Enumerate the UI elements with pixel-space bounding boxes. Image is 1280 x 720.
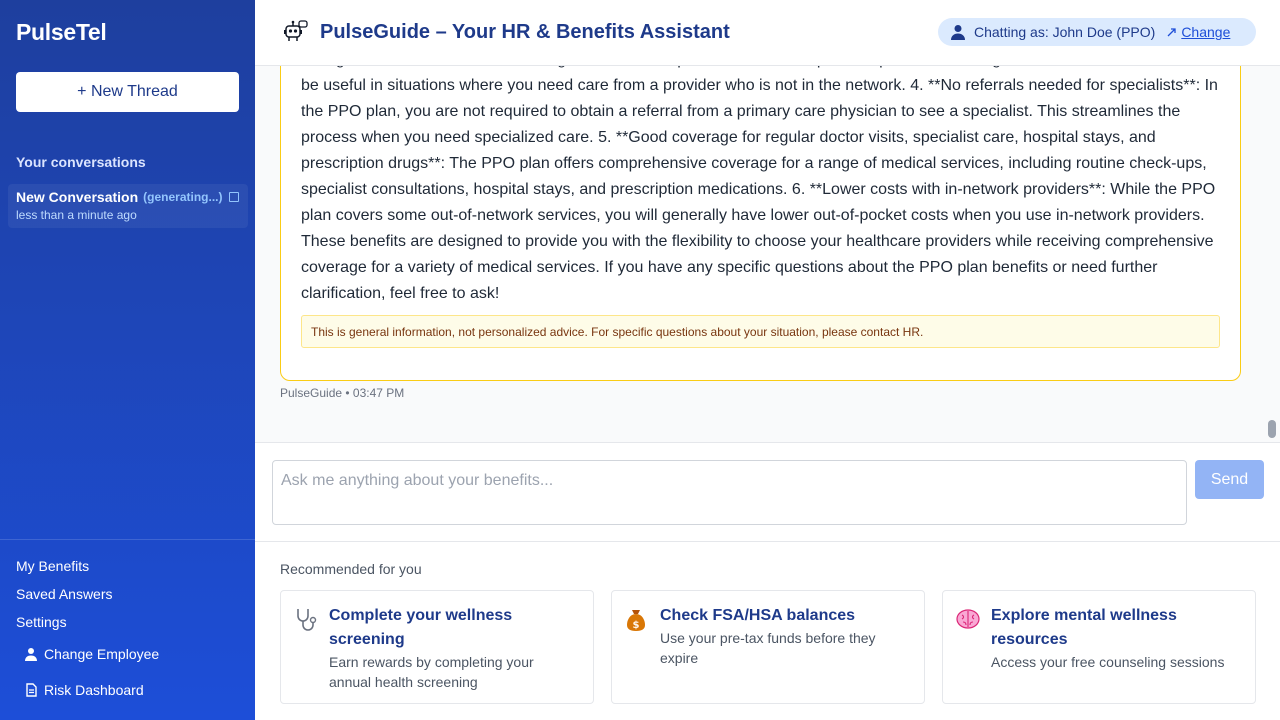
conversation-time: less than a minute ago xyxy=(16,208,137,222)
conversation-status: (generating...) xyxy=(143,190,223,204)
sidebar-item-my-benefits[interactable]: My Benefits xyxy=(16,558,89,574)
svg-text:$: $ xyxy=(633,620,640,631)
send-button[interactable]: Send xyxy=(1195,460,1264,499)
risk-dashboard-label: Risk Dashboard xyxy=(44,682,144,698)
robot-icon xyxy=(284,20,308,41)
scrollbar[interactable] xyxy=(1268,420,1276,438)
rec-card-fsa-hsa[interactable]: $ Check FSA/HSA balances Use your pre-ta… xyxy=(611,590,925,704)
chatting-as-label: Chatting as: John Doe (PPO) xyxy=(974,24,1156,40)
change-user-link[interactable]: Change xyxy=(1181,24,1230,40)
sidebar-item-settings[interactable]: Settings xyxy=(16,614,67,630)
brand-logo: PulseTel xyxy=(16,19,107,45)
rec-title: Complete your wellness screening xyxy=(329,607,513,648)
rec-card-mental-wellness[interactable]: Explore mental wellness resources Access… xyxy=(942,590,1256,704)
rec-description: Use your pre-tax funds before they expir… xyxy=(660,630,876,666)
conversations-heading: Your conversations xyxy=(16,154,146,170)
user-icon xyxy=(951,25,965,40)
app-header: PulseGuide – Your HR & Benefits Assistan… xyxy=(255,0,1280,66)
sidebar-item-saved-answers[interactable]: Saved Answers xyxy=(16,586,113,602)
rec-description: Access your free counseling sessions xyxy=(991,654,1225,670)
arrow-icon xyxy=(1167,28,1176,37)
rec-title: Explore mental wellness resources xyxy=(991,607,1177,648)
sidebar-divider xyxy=(0,539,255,540)
recommendations-heading: Recommended for you xyxy=(280,561,422,577)
composer: Send xyxy=(255,442,1280,542)
sidebar-item-change-employee[interactable]: Change Employee xyxy=(24,646,159,662)
sidebar: PulseTel + New Thread Your conversations… xyxy=(0,0,255,720)
new-thread-button[interactable]: + New Thread xyxy=(16,72,239,112)
rec-card-wellness[interactable]: Complete your wellness screening Earn re… xyxy=(280,590,594,704)
chat-thread[interactable]: be higher costs associated with using ou… xyxy=(255,66,1280,442)
money-bag-icon: $ xyxy=(627,610,645,631)
change-employee-label: Change Employee xyxy=(44,646,160,662)
assistant-message: be higher costs associated with using ou… xyxy=(280,66,1241,381)
page-title: PulseGuide – Your HR & Benefits Assistan… xyxy=(320,21,730,43)
stethoscope-icon xyxy=(297,609,317,631)
brain-icon xyxy=(956,609,980,629)
conversation-title: New Conversation xyxy=(16,189,139,205)
rec-title: Check FSA/HSA balances xyxy=(660,607,856,624)
message-text: be higher costs associated with using ou… xyxy=(301,66,1218,302)
rec-description: Earn rewards by completing your annual h… xyxy=(329,654,534,690)
chatting-as-badge: Chatting as: John Doe (PPO) Change xyxy=(938,18,1256,46)
document-icon xyxy=(26,683,37,697)
edit-icon[interactable] xyxy=(229,192,240,202)
recommendations: Recommended for you Complete your wellne… xyxy=(255,542,1280,720)
sidebar-item-risk-dashboard[interactable]: Risk Dashboard xyxy=(24,682,144,698)
conversation-item[interactable]: New Conversation (generating...) less th… xyxy=(8,184,248,228)
message-meta: PulseGuide • 03:47 PM xyxy=(280,386,405,400)
user-icon xyxy=(25,648,37,661)
message-input[interactable] xyxy=(272,460,1187,525)
disclaimer-notice: This is general information, not persona… xyxy=(301,315,1220,348)
